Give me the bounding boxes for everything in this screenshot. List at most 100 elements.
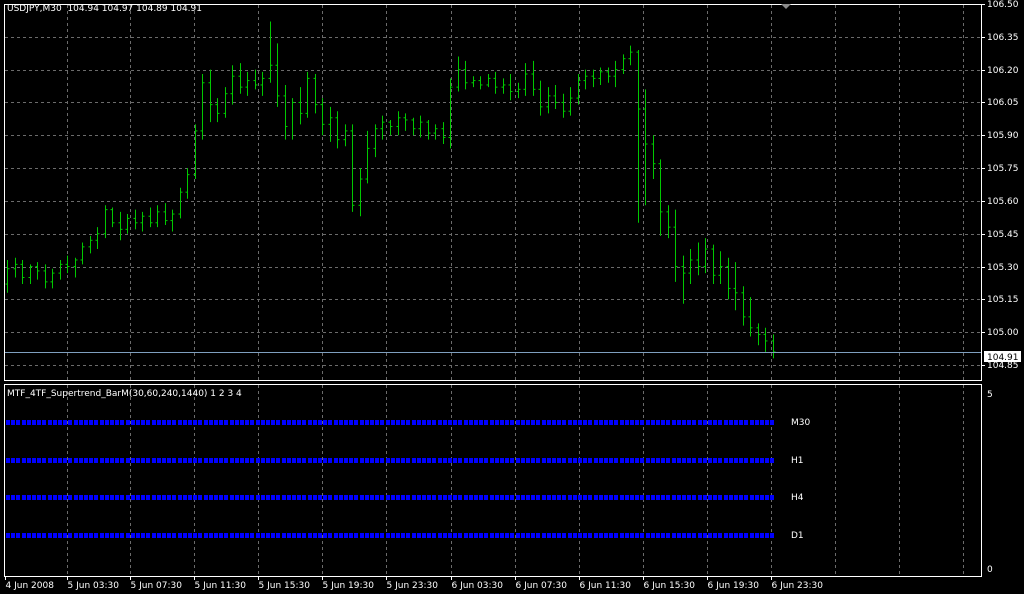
indicator-dot — [370, 458, 374, 463]
indicator-dot — [708, 533, 712, 538]
indicator-dot — [594, 533, 598, 538]
indicator-dot — [625, 495, 629, 500]
indicator-dot — [427, 533, 431, 538]
indicator-dot — [22, 495, 26, 500]
indicator-dot — [42, 533, 46, 538]
indicator-dot — [422, 533, 426, 538]
indicator-dot — [188, 495, 192, 500]
indicator-dot — [261, 458, 265, 463]
indicator-dot — [235, 533, 239, 538]
indicator-dot — [16, 533, 20, 538]
indicator-dot — [458, 420, 462, 425]
indicator-dot — [422, 458, 426, 463]
indicator-dot — [448, 495, 452, 500]
indicator-dot — [360, 458, 364, 463]
indicator-dot — [53, 420, 57, 425]
ohlc-bar — [238, 63, 243, 94]
indicator-dot — [495, 420, 499, 425]
indicator-dot — [656, 533, 660, 538]
indicator-dot — [261, 533, 265, 538]
indicator-dot — [536, 420, 540, 425]
indicator-dot — [266, 458, 270, 463]
indicator-dot — [313, 420, 317, 425]
indicator-dot — [250, 458, 254, 463]
indicator-dot — [516, 533, 520, 538]
indicator-dot — [94, 495, 98, 500]
ohlc-bar — [103, 205, 108, 239]
indicator-dot — [464, 420, 468, 425]
indicator-dot — [146, 420, 150, 425]
indicator-dot — [48, 495, 52, 500]
indicator-dot — [479, 420, 483, 425]
indicator-dot — [282, 533, 286, 538]
indicator-dot — [224, 495, 228, 500]
indicator-dot — [313, 495, 317, 500]
indicator-dot — [58, 420, 62, 425]
chart-shift-marker[interactable] — [781, 4, 791, 9]
indicator-dot — [646, 533, 650, 538]
indicator-dot — [204, 420, 208, 425]
indicator-dot — [240, 495, 244, 500]
ohlc-bar — [666, 205, 671, 239]
indicator-dot — [240, 420, 244, 425]
indicator-dot — [318, 420, 322, 425]
ohlc-bar — [292, 98, 295, 140]
indicator-dot — [313, 458, 317, 463]
indicator-dot — [209, 533, 213, 538]
indicator-dot — [396, 495, 400, 500]
indicator-dot — [443, 533, 447, 538]
indicator-dot — [282, 458, 286, 463]
chart-canvas[interactable]: 106.50 106.35 106.20 106.05 105.90 105.75 105.… — [0, 0, 1024, 594]
indicator-dot — [105, 458, 109, 463]
ohlc-bar — [73, 257, 78, 278]
indicator-dot — [729, 420, 733, 425]
indicator-dot — [214, 533, 218, 538]
indicator-dot — [692, 495, 696, 500]
indicator-dot — [552, 533, 556, 538]
indicator-dot — [432, 533, 436, 538]
indicator-dot — [131, 420, 135, 425]
indicator-dot — [365, 420, 369, 425]
indicator-dot — [22, 533, 26, 538]
indicator-dot — [214, 420, 218, 425]
indicator-dot — [448, 458, 452, 463]
indicator-dot — [152, 458, 156, 463]
indicator-dot — [744, 533, 748, 538]
indicator-dot — [573, 495, 577, 500]
time-label: 6 Jun 15:30 — [644, 581, 696, 591]
ohlc-bar — [358, 168, 363, 217]
indicator-dot — [334, 458, 338, 463]
ohlc-bar — [771, 334, 776, 359]
ohlc-bar — [523, 63, 528, 96]
indicator-dot — [588, 495, 592, 500]
indicator-dot — [380, 420, 384, 425]
indicator-dot — [360, 420, 364, 425]
indicator-dot — [630, 458, 634, 463]
indicator-dot — [495, 495, 499, 500]
ohlc-bar — [681, 255, 686, 304]
indicator-dot — [349, 533, 353, 538]
indicator-dot — [94, 420, 98, 425]
indicator-dot — [328, 495, 332, 500]
indicator-dot — [677, 495, 681, 500]
indicator-dot — [271, 495, 275, 500]
indicator-dot — [505, 533, 509, 538]
indicator-dot — [349, 495, 353, 500]
indicator-dot — [178, 420, 182, 425]
indicator-dot — [271, 458, 275, 463]
indicator-dot — [386, 533, 390, 538]
indicator-dot — [661, 533, 665, 538]
indicator-dot — [770, 495, 774, 500]
indicator-row-h1 — [6, 458, 774, 463]
indicator-dot — [224, 420, 228, 425]
ohlc-bar — [441, 122, 446, 145]
indicator-dot — [391, 533, 395, 538]
indicator-dot — [516, 495, 520, 500]
indicator-dot — [375, 458, 379, 463]
indicator-dot — [302, 420, 306, 425]
ohlc-bar — [335, 111, 340, 149]
indicator-dot — [464, 495, 468, 500]
indicator-dot — [308, 495, 312, 500]
ohlc-bar — [673, 209, 678, 282]
indicator-dot — [172, 420, 176, 425]
